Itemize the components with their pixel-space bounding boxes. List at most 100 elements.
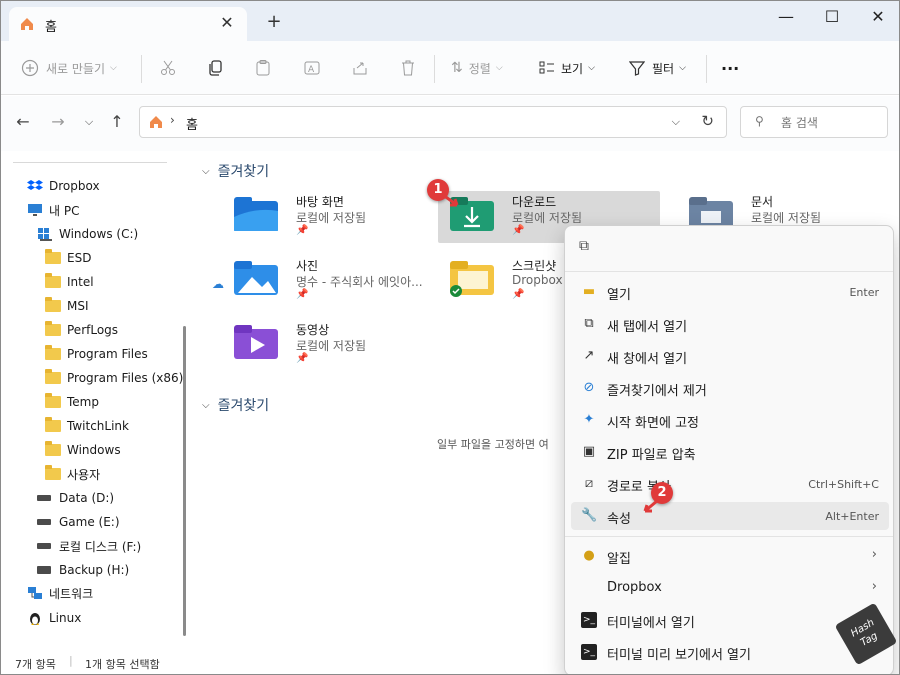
recent-locations-button[interactable]: ⌵ bbox=[78, 115, 100, 129]
windows-drive-icon bbox=[38, 228, 52, 241]
menu-item-label: 터미널에서 열기 bbox=[607, 616, 695, 631]
new-button[interactable]: 새로 만들기 ⌵ bbox=[21, 56, 117, 80]
sidebar-item-dropbox[interactable]: Dropbox bbox=[27, 175, 100, 197]
sidebar-folder[interactable]: TwitchLink bbox=[45, 415, 129, 437]
pictures-folder-icon bbox=[234, 261, 278, 295]
menu-item-dropbox[interactable]: Dropbox › bbox=[571, 574, 889, 602]
tile-desktop[interactable]: 바탕 화면 로컬에 저장됨 📌 bbox=[222, 191, 444, 243]
search-placeholder: 홈 검색 bbox=[781, 116, 818, 130]
menu-item-open-new-window[interactable]: ↗ 새 창에서 열기 bbox=[571, 342, 889, 370]
filter-button[interactable]: 필터 ⌵ bbox=[629, 56, 686, 80]
menu-item-alzip[interactable]: ● 알집 › bbox=[571, 542, 889, 570]
address-row: ← → ⌵ ↑ › 홈 ⌵ ↻ ⚲ 홈 검색 bbox=[1, 96, 899, 151]
tab-title: 홈 bbox=[45, 20, 57, 35]
status-divider: | bbox=[69, 654, 73, 667]
refresh-icon[interactable]: ↻ bbox=[701, 112, 714, 130]
sidebar-folder[interactable]: PerfLogs bbox=[45, 319, 118, 341]
sidebar-item-label: Intel bbox=[67, 275, 94, 289]
sidebar-item-game-e[interactable]: Game (E:) bbox=[37, 511, 120, 533]
tab-close-button[interactable]: ✕ bbox=[217, 13, 237, 32]
address-bar[interactable]: › 홈 ⌵ ↻ bbox=[139, 106, 727, 138]
menu-item-label: 새 창에서 열기 bbox=[607, 352, 688, 367]
folder-icon bbox=[45, 393, 61, 408]
sidebar-folder[interactable]: MSI bbox=[45, 295, 89, 317]
folder-icon bbox=[45, 465, 61, 480]
folder-icon bbox=[45, 321, 61, 336]
sidebar-item-windows-c[interactable]: Windows (C:) bbox=[37, 223, 138, 245]
sidebar-item-backup-h[interactable]: Backup (H:) bbox=[37, 559, 129, 581]
sidebar-item-local-f[interactable]: 로컬 디스크 (F:) bbox=[37, 535, 141, 557]
sidebar-folder[interactable]: Program Files bbox=[45, 343, 148, 365]
sidebar-item-label: Windows bbox=[67, 443, 121, 457]
section-header-favorites-2[interactable]: ⌵ 즐겨찾기 bbox=[202, 395, 269, 415]
share-icon[interactable] bbox=[351, 59, 369, 77]
terminal-icon: >_ bbox=[581, 612, 597, 628]
forward-button[interactable]: → bbox=[47, 112, 69, 131]
pin-icon: 📌 bbox=[296, 289, 309, 300]
videos-folder-icon bbox=[234, 325, 278, 359]
navigation-pane: Dropbox 내 PC Windows (C:) ESD Intel MSI … bbox=[1, 151, 191, 651]
menu-item-label: 속성 bbox=[607, 512, 631, 527]
sidebar-folder[interactable]: Temp bbox=[45, 391, 99, 413]
menu-item-open[interactable]: ▬ 열기 Enter bbox=[571, 278, 889, 306]
monitor-icon bbox=[28, 204, 42, 216]
chevron-right-icon: › bbox=[871, 547, 877, 562]
sort-button[interactable]: ⇅ 정렬 ⌵ bbox=[451, 56, 503, 80]
tile-subtitle: 로컬에 저장됨 bbox=[512, 211, 583, 225]
menu-item-terminal-preview[interactable]: >_ 터미널 미리 보기에서 열기 bbox=[571, 638, 889, 666]
tile-subtitle: 명수 - 주식회사 에잇아... bbox=[296, 275, 423, 289]
copy-icon[interactable] bbox=[206, 59, 224, 77]
sidebar-scrollbar[interactable] bbox=[183, 326, 186, 636]
up-button[interactable]: ↑ bbox=[106, 112, 128, 131]
sidebar-folder[interactable]: 사용자 bbox=[45, 463, 100, 485]
sidebar-folder[interactable]: ESD bbox=[45, 247, 91, 269]
more-options-button[interactable]: ··· bbox=[721, 56, 739, 80]
sidebar-item-label: Program Files (x86) bbox=[67, 371, 184, 385]
sidebar-folder[interactable]: Intel bbox=[45, 271, 94, 293]
tab-home[interactable]: 홈 ✕ bbox=[9, 7, 247, 41]
chevron-down-icon: ⌵ bbox=[588, 63, 595, 73]
menu-item-copy-path[interactable]: ⧄ 경로로 복사 Ctrl+Shift+C bbox=[571, 470, 889, 498]
sidebar-item-network[interactable]: 네트워크 bbox=[27, 582, 93, 604]
tile-pictures[interactable]: 사진 명수 - 주식회사 에잇아... 📌 bbox=[222, 255, 444, 307]
tile-videos[interactable]: 동영상 로컬에 저장됨 📌 bbox=[222, 319, 444, 371]
alzip-icon: ● bbox=[583, 548, 595, 563]
folder-icon bbox=[45, 345, 61, 360]
address-dropdown-icon[interactable]: ⌵ bbox=[672, 115, 680, 129]
menu-item-unpin-favorites[interactable]: ⊘ 즐겨찾기에서 제거 bbox=[571, 374, 889, 402]
title-bar: 홈 ✕ + — ☐ ✕ bbox=[1, 1, 899, 41]
close-window-button[interactable]: ✕ bbox=[855, 5, 899, 31]
chevron-down-icon: ⌵ bbox=[495, 63, 503, 73]
minimize-button[interactable]: — bbox=[763, 5, 809, 31]
cut-icon[interactable] bbox=[159, 59, 177, 77]
rename-icon[interactable]: A bbox=[303, 59, 321, 77]
menu-item-zip[interactable]: ▣ ZIP 파일로 압축 bbox=[571, 438, 889, 466]
paste-icon[interactable] bbox=[254, 59, 272, 77]
tile-name: 바탕 화면 bbox=[296, 195, 344, 209]
breadcrumb-home[interactable]: 홈 bbox=[186, 114, 198, 133]
copy-icon[interactable]: ⧉ bbox=[579, 238, 589, 254]
sidebar-folder[interactable]: Windows bbox=[45, 439, 121, 461]
section-header-favorites[interactable]: ⌵ 즐겨찾기 bbox=[202, 161, 269, 181]
menu-item-properties[interactable]: 🔧 속성 Alt+Enter bbox=[571, 502, 889, 530]
search-box[interactable]: ⚲ 홈 검색 bbox=[740, 106, 888, 138]
new-tab-button[interactable]: + bbox=[263, 11, 285, 32]
sidebar-item-data-d[interactable]: Data (D:) bbox=[37, 487, 114, 509]
pin-icon: 📌 bbox=[512, 289, 525, 300]
folder-icon bbox=[45, 369, 61, 384]
menu-item-label: 열기 bbox=[607, 288, 631, 303]
sidebar-item-this-pc[interactable]: 내 PC bbox=[27, 199, 79, 221]
maximize-button[interactable]: ☐ bbox=[809, 5, 855, 31]
usb-drive-icon bbox=[37, 566, 51, 574]
sidebar-item-linux[interactable]: Linux bbox=[27, 607, 81, 629]
sidebar-folder[interactable]: Program Files (x86) bbox=[45, 367, 183, 389]
delete-icon[interactable] bbox=[399, 59, 417, 77]
menu-item-pin-start[interactable]: ✦ 시작 화면에 고정 bbox=[571, 406, 889, 434]
sidebar-item-label: TwitchLink bbox=[67, 419, 129, 433]
network-icon bbox=[28, 587, 42, 599]
view-button[interactable]: 보기 ⌵ bbox=[539, 56, 595, 80]
back-button[interactable]: ← bbox=[12, 112, 34, 131]
menu-item-open-new-tab[interactable]: ⧉ 새 탭에서 열기 bbox=[571, 310, 889, 338]
item-count: 7개 항목 bbox=[15, 658, 56, 671]
tile-subtitle: 로컬에 저장됨 bbox=[751, 211, 822, 225]
